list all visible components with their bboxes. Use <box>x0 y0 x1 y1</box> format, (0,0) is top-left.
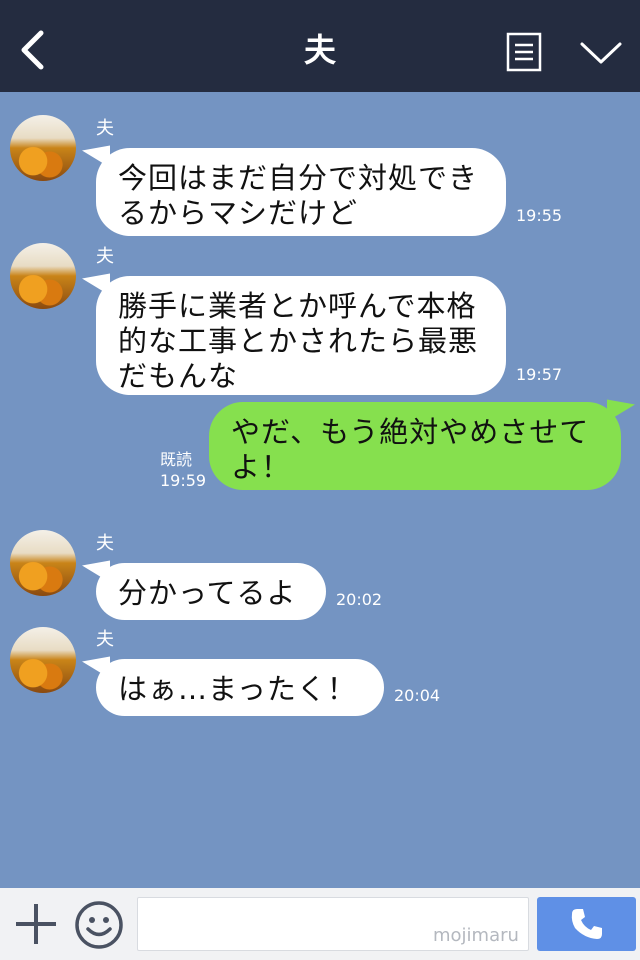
call-button[interactable] <box>537 897 636 951</box>
document-menu-icon <box>506 32 542 72</box>
sender-name: 夫 <box>96 533 114 554</box>
message-time: 19:57 <box>516 365 563 384</box>
plus-icon <box>16 904 56 944</box>
message-line: 今回はまだ自分で対処でき <box>118 161 479 195</box>
message-line: よ！ <box>231 450 292 484</box>
phone-icon <box>571 909 602 939</box>
message-bubble[interactable]: やだ、もう絶対やめさせて よ！ <box>209 402 621 490</box>
sender-name: 夫 <box>96 246 114 267</box>
avatar[interactable] <box>10 627 76 693</box>
message-list[interactable]: 夫 今回はまだ自分で対処でき るからマシだけど 19:55 夫 勝手に業者とか呼… <box>0 92 640 888</box>
message-line: やだ、もう絶対やめさせて <box>231 415 590 449</box>
message-bubble[interactable]: 今回はまだ自分で対処でき るからマシだけど <box>96 148 506 236</box>
smiley-icon <box>75 901 123 949</box>
read-receipt: 既読 19:59 <box>160 449 206 491</box>
message-line: 的な工事とかされたら最悪 <box>118 324 479 358</box>
message-time: 19:59 <box>160 471 207 490</box>
message-line: るからマシだけど <box>118 196 359 230</box>
sender-name: 夫 <box>96 118 114 139</box>
message-line: 分かってるよ <box>118 576 297 610</box>
chat-header: 夫 <box>0 0 640 92</box>
chevron-down-icon <box>580 42 622 64</box>
more-button[interactable] <box>578 34 624 70</box>
add-button[interactable] <box>14 902 58 946</box>
message-time: 19:55 <box>516 206 563 225</box>
sender-name: 夫 <box>96 629 114 650</box>
read-label: 既読 <box>160 450 193 469</box>
message-time: 20:02 <box>336 590 383 609</box>
avatar[interactable] <box>10 115 76 181</box>
avatar[interactable] <box>10 530 76 596</box>
message-line: はぁ…まったく！ <box>118 672 357 706</box>
message-bubble[interactable]: 分かってるよ <box>96 563 326 620</box>
message-time: 20:04 <box>394 686 441 705</box>
message-bubble[interactable]: はぁ…まったく！ <box>96 659 384 716</box>
emoji-button[interactable] <box>74 900 124 950</box>
chat-title: 夫 <box>303 31 336 69</box>
menu-button[interactable] <box>506 32 542 72</box>
message-bubble[interactable]: 勝手に業者とか呼んで本格 的な工事とかされたら最悪 だもんな <box>96 276 506 395</box>
watermark: mojimaru <box>433 925 519 946</box>
avatar[interactable] <box>10 243 76 309</box>
message-line: 勝手に業者とか呼んで本格 <box>118 289 477 323</box>
message-line: だもんな <box>118 359 239 393</box>
